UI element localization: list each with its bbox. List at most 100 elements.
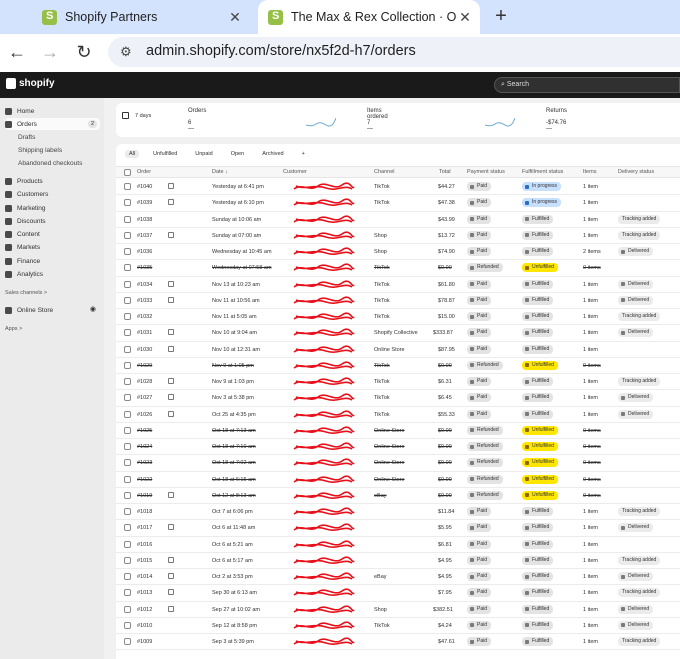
view-tab[interactable]: + (298, 150, 309, 158)
note-icon[interactable] (168, 394, 174, 401)
row-checkbox[interactable] (124, 443, 131, 450)
note-icon[interactable] (168, 589, 174, 596)
sidebar-item-online-store[interactable]: Online Store ◉ (5, 304, 100, 316)
order-number[interactable]: #1025 (137, 428, 152, 434)
table-row[interactable]: #1039 Yesterday at 6:10 pm TikTok $47.38 Pai… (116, 195, 680, 212)
sidebar-item-marketing[interactable]: Marketing (5, 202, 100, 214)
row-checkbox[interactable] (124, 378, 131, 385)
order-number[interactable]: #1037 (137, 233, 152, 239)
view-tab[interactable]: Archived (258, 150, 287, 158)
row-checkbox[interactable] (124, 540, 131, 548)
table-row[interactable]: #1035 Wednesday at 07:58 am TikTok $0.00 Ref… (116, 260, 680, 277)
view-tab[interactable]: Open (227, 150, 248, 158)
row-checkbox[interactable] (124, 556, 131, 564)
sidebar-item-drafts[interactable]: Drafts (18, 131, 113, 143)
col-order[interactable]: Order (137, 169, 151, 175)
row-checkbox[interactable] (124, 248, 131, 255)
row-checkbox[interactable] (124, 394, 131, 402)
col-delivery-status[interactable]: Delivery status (618, 169, 654, 175)
tab-shopify-partners[interactable]: Shopify Partners ✕ (32, 0, 250, 34)
order-number[interactable]: #1018 (137, 509, 152, 515)
sidebar-item-content[interactable]: Content (5, 228, 100, 240)
col-items[interactable]: Items (583, 169, 596, 175)
col-date[interactable]: Date ↓ (212, 169, 228, 175)
order-number[interactable]: #1017 (137, 525, 152, 531)
note-icon[interactable] (168, 491, 174, 498)
table-row[interactable]: #1037 Sunday at 07:00 am Shop $13.72 Paid Ful… (116, 228, 680, 244)
reload-icon[interactable]: ↻ (72, 40, 96, 64)
table-row[interactable]: #1019 Oct 12 at 8:13 am eBay $0.00 Refunded U… (116, 488, 680, 504)
row-checkbox[interactable] (124, 329, 131, 337)
sidebar-item-home[interactable]: Home (5, 105, 100, 117)
row-checkbox[interactable] (124, 524, 131, 532)
note-icon[interactable] (168, 524, 174, 531)
note-icon[interactable] (168, 378, 174, 384)
view-tab[interactable]: Unpaid (191, 150, 216, 158)
sidebar-item-products[interactable]: Products (5, 175, 100, 187)
apps-heading[interactable]: Apps > (5, 323, 100, 335)
order-number[interactable]: #1040 (137, 184, 152, 190)
note-icon[interactable] (168, 573, 174, 579)
table-row[interactable]: #1030 Nov 10 at 12:31 am Online Store $87.9… (116, 342, 680, 358)
table-row[interactable]: #1040 Yesterday at 6:41 pm TikTok $44.27 Pai… (116, 179, 680, 196)
order-number[interactable]: #1038 (137, 217, 152, 223)
row-checkbox[interactable] (124, 426, 131, 434)
site-info-icon[interactable]: ⚙ (120, 44, 136, 60)
order-number[interactable]: #1022 (137, 477, 152, 483)
table-row[interactable]: #1033 Nov 11 at 10:56 am TikTok $78.87 Paid F… (116, 293, 680, 309)
table-row[interactable]: #1026 Oct 25 at 4:35 pm TikTok $55.33 Paid Fu… (116, 407, 680, 423)
col-channel[interactable]: Channel (374, 169, 395, 175)
sidebar-item-abandoned-checkouts[interactable]: Abandoned checkouts (18, 157, 113, 169)
sidebar-item-markets[interactable]: Markets (5, 241, 100, 253)
order-number[interactable]: #1026 (137, 412, 152, 418)
sidebar-item-orders[interactable]: Orders 2 (5, 118, 100, 130)
order-number[interactable]: #1039 (137, 200, 152, 206)
table-row[interactable]: #1013 Sep 30 at 6:13 am $7.95 Paid Fulfilled… (116, 585, 680, 602)
col-fulfillment-status[interactable]: Fulfillment status (522, 169, 563, 175)
row-checkbox[interactable] (124, 410, 131, 418)
url-text[interactable]: admin.shopify.com/store/nx5f2d-h7/orders (146, 43, 416, 59)
note-icon[interactable] (168, 199, 174, 206)
table-row[interactable]: #1012 Sep 27 at 10:02 am Shop $382.51 Paid Fu… (116, 602, 680, 618)
table-row[interactable]: #1018 Oct 7 at 6:06 pm $11.84 Paid Fulfilled… (116, 504, 680, 521)
table-row[interactable]: #1024 Oct 18 at 7:10 am Online Store $0.00 R… (116, 439, 680, 456)
omnibox[interactable]: ⚙ admin.shopify.com/store/nx5f2d-h7/orde… (108, 37, 680, 67)
table-row[interactable]: #1014 Oct 2 at 3:53 pm eBay $4.95 Paid Fulfil… (116, 569, 680, 586)
row-checkbox[interactable] (124, 313, 131, 320)
col-customer[interactable]: Customer (283, 169, 307, 175)
table-row[interactable]: #1016 Oct 6 at 5:21 am $6.81 Paid Fulfilled 1… (116, 537, 680, 553)
close-tab-icon[interactable]: ✕ (456, 9, 474, 26)
order-number[interactable]: #1028 (137, 379, 152, 385)
note-icon[interactable] (168, 605, 174, 612)
table-row[interactable]: #1034 Nov 13 at 10:23 am TikTok $61.80 Paid F… (116, 277, 680, 293)
row-checkbox[interactable] (124, 475, 131, 483)
row-checkbox[interactable] (124, 508, 131, 515)
row-checkbox[interactable] (124, 491, 131, 499)
sidebar-item-analytics[interactable]: Analytics (5, 268, 100, 280)
eye-icon[interactable]: ◉ (90, 305, 96, 313)
order-number[interactable]: #1035 (137, 265, 152, 271)
table-row[interactable]: #1027 Nov 3 at 5:38 pm TikTok $6.45 Paid Fulf… (116, 390, 680, 407)
order-number[interactable]: #1030 (137, 347, 152, 353)
sidebar-item-finance[interactable]: Finance (5, 255, 100, 267)
order-number[interactable]: #1019 (137, 493, 152, 499)
view-tab[interactable]: Unfulfilled (149, 150, 181, 158)
order-number[interactable]: #1012 (137, 607, 152, 613)
row-checkbox[interactable] (124, 459, 131, 467)
table-row[interactable]: #1022 Oct 18 at 6:15 am Online Store $0.00 R… (116, 472, 680, 488)
shopify-logo[interactable]: shopify (6, 78, 55, 89)
note-icon[interactable] (168, 556, 174, 563)
table-row[interactable]: #1015 Oct 6 at 5:17 am $4.95 Paid Fulfilled 1… (116, 553, 680, 569)
note-icon[interactable] (168, 231, 174, 238)
table-row[interactable]: #1032 Nov 11 at 5:05 am TikTok $15.00 Paid Fu… (116, 309, 680, 326)
order-number[interactable]: #1027 (137, 395, 152, 401)
order-number[interactable]: #1013 (137, 590, 152, 596)
note-icon[interactable] (168, 329, 174, 336)
row-checkbox[interactable] (124, 345, 131, 353)
back-arrow-icon[interactable]: ← (5, 40, 29, 64)
search-input[interactable]: ⌕ Search (494, 77, 680, 93)
order-number[interactable]: #1010 (137, 623, 152, 629)
order-number[interactable]: #1034 (137, 282, 152, 288)
row-checkbox[interactable] (124, 638, 131, 645)
table-row[interactable]: #1017 Oct 6 at 11:48 am $5.95 Paid Fulfilled… (116, 520, 680, 537)
